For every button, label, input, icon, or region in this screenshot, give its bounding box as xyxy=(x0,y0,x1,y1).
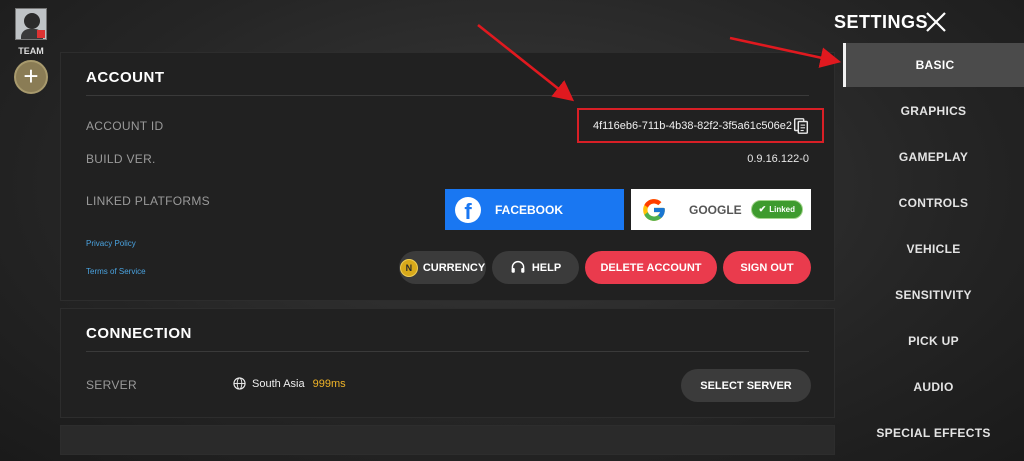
currency-label: CURRENCY xyxy=(422,261,486,274)
menu-item-controls[interactable]: CONTROLS xyxy=(843,181,1024,225)
linked-platforms-label: LINKED PLATFORMS xyxy=(86,194,210,208)
build-version-value: 0.9.16.122-0 xyxy=(747,153,809,165)
google-label: GOOGLE xyxy=(689,202,742,217)
facebook-label: FACEBOOK xyxy=(495,202,564,217)
select-server-button[interactable]: SELECT SERVER xyxy=(681,369,811,402)
player-avatar[interactable] xyxy=(15,8,47,40)
next-section-panel xyxy=(60,425,835,455)
connection-section-title: CONNECTION xyxy=(86,325,192,342)
team-label: TEAM xyxy=(18,46,44,56)
privacy-policy-link[interactable]: Privacy Policy xyxy=(86,239,136,248)
delete-account-button[interactable]: DELETE ACCOUNT xyxy=(585,251,717,284)
menu-item-pick-up[interactable]: PICK UP xyxy=(843,319,1024,363)
sign-out-button[interactable]: SIGN OUT xyxy=(723,251,811,284)
account-section-title: ACCOUNT xyxy=(86,69,165,86)
facebook-icon: f xyxy=(455,196,481,223)
avatar-head xyxy=(24,13,40,29)
menu-item-audio[interactable]: AUDIO xyxy=(843,365,1024,409)
account-id-box: 4f116eb6-711b-4b38-82f2-3f5a61c506e2 xyxy=(577,108,824,143)
settings-side-menu: BASIC GRAPHICS GAMEPLAY CONTROLS VEHICLE… xyxy=(843,43,1024,461)
globe-icon xyxy=(233,377,246,390)
settings-title: SETTINGS xyxy=(834,12,929,32)
menu-item-graphics[interactable]: GRAPHICS xyxy=(843,89,1024,133)
account-id-value: 4f116eb6-711b-4b38-82f2-3f5a61c506e2 xyxy=(593,119,792,132)
currency-coin-icon: N xyxy=(399,258,418,277)
menu-item-special-effects[interactable]: SPECIAL EFFECTS xyxy=(843,411,1024,455)
menu-item-basic[interactable]: BASIC xyxy=(843,43,1024,87)
connection-divider xyxy=(86,351,809,352)
server-label: SERVER xyxy=(86,378,137,392)
help-button[interactable]: HELP xyxy=(492,251,579,284)
connection-panel: CONNECTION SERVER South Asia 999ms SELEC… xyxy=(60,308,835,418)
account-id-label: ACCOUNT ID xyxy=(86,119,164,133)
server-info: South Asia 999ms xyxy=(233,377,346,390)
account-panel: ACCOUNT ACCOUNT ID 4f116eb6-711b-4b38-82… xyxy=(60,52,835,301)
copy-icon[interactable] xyxy=(792,117,810,135)
menu-item-vehicle[interactable]: VEHICLE xyxy=(843,227,1024,271)
help-label: HELP xyxy=(531,261,562,274)
facebook-button[interactable]: f FACEBOOK xyxy=(445,189,624,230)
add-teammate-button[interactable]: + xyxy=(14,60,48,94)
google-icon xyxy=(643,198,665,221)
account-divider xyxy=(86,95,809,96)
menu-item-gameplay[interactable]: GAMEPLAY xyxy=(843,135,1024,179)
check-icon: ✔ xyxy=(758,204,767,214)
close-icon[interactable] xyxy=(924,10,948,34)
avatar-badge xyxy=(37,30,45,38)
linked-badge-label: Linked xyxy=(769,205,795,214)
left-strip: TEAM + xyxy=(0,0,60,461)
menu-item-sensitivity[interactable]: SENSITIVITY xyxy=(843,273,1024,317)
headset-icon xyxy=(511,260,525,273)
terms-of-service-link[interactable]: Terms of Service xyxy=(86,267,146,276)
currency-button[interactable]: N CURRENCY xyxy=(399,251,486,284)
server-region: South Asia xyxy=(252,377,305,390)
server-ping: 999ms xyxy=(312,377,346,390)
build-version-label: BUILD VER. xyxy=(86,152,156,166)
linked-badge: ✔ Linked xyxy=(750,200,803,219)
google-button[interactable]: GOOGLE ✔ Linked xyxy=(631,189,811,230)
